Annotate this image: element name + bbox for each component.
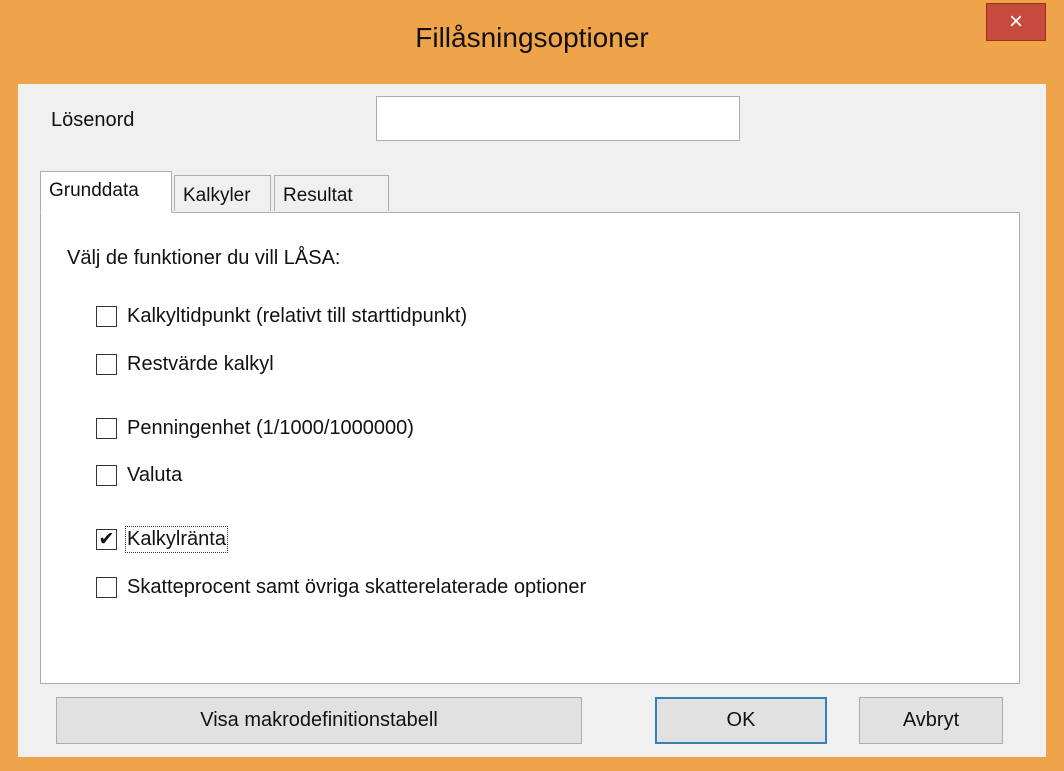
tab-grunddata[interactable]: Grunddata bbox=[40, 171, 172, 213]
dialog-window: Fillåsningsoptioner × Lösenord Grunddata… bbox=[0, 0, 1064, 771]
tab-label: Resultat bbox=[283, 185, 353, 206]
dialog-body: Lösenord Grunddata Kalkyler Resultat Väl… bbox=[18, 84, 1046, 757]
restvarde-checkbox[interactable] bbox=[96, 353, 117, 375]
close-button[interactable]: × bbox=[986, 3, 1046, 41]
option-label: Restvärde kalkyl bbox=[127, 352, 274, 375]
close-icon: × bbox=[1008, 8, 1023, 35]
skatteprocent-checkbox[interactable] bbox=[96, 576, 117, 598]
title-bar[interactable]: Fillåsningsoptioner × bbox=[0, 0, 1064, 84]
option-restvarde[interactable]: Restvärde kalkyl bbox=[96, 351, 274, 377]
penningenhet-checkbox[interactable] bbox=[96, 417, 117, 439]
ok-button[interactable]: OK bbox=[655, 697, 827, 744]
option-label: Valuta bbox=[127, 463, 183, 486]
tab-kalkyler[interactable]: Kalkyler bbox=[174, 175, 271, 211]
window-title: Fillåsningsoptioner bbox=[415, 22, 649, 53]
kalkyltidpunkt-checkbox[interactable] bbox=[96, 305, 117, 327]
password-label: Lösenord bbox=[51, 109, 135, 131]
tab-label: Kalkyler bbox=[183, 185, 251, 206]
tab-resultat[interactable]: Resultat bbox=[274, 175, 389, 211]
option-penningenhet[interactable]: Penningenhet (1/1000/1000000) bbox=[96, 415, 414, 441]
option-skatteprocent[interactable]: Skatteprocent samt övriga skatterelatera… bbox=[96, 574, 586, 600]
option-kalkyltidpunkt[interactable]: Kalkyltidpunkt (relativt till starttidpu… bbox=[96, 303, 467, 329]
kalkylranta-checkbox[interactable]: ✔ bbox=[96, 528, 117, 550]
cancel-button[interactable]: Avbryt bbox=[859, 697, 1003, 744]
valuta-checkbox[interactable] bbox=[96, 464, 117, 486]
option-label: Kalkyltidpunkt (relativt till starttidpu… bbox=[127, 304, 468, 327]
option-label: Kalkylränta bbox=[125, 525, 228, 553]
lock-options-heading: Välj de funktioner du vill LÅSA: bbox=[67, 247, 341, 269]
option-kalkylranta[interactable]: ✔ Kalkylränta bbox=[96, 525, 228, 553]
tab-panel-grunddata: Välj de funktioner du vill LÅSA: Kalkylt… bbox=[40, 212, 1020, 684]
show-macro-table-button[interactable]: Visa makrodefinitionstabell bbox=[56, 697, 582, 744]
option-label: Skatteprocent samt övriga skatterelatera… bbox=[127, 575, 587, 598]
option-label: Penningenhet (1/1000/1000000) bbox=[127, 416, 414, 439]
tab-label: Grunddata bbox=[49, 180, 139, 201]
option-valuta[interactable]: Valuta bbox=[96, 462, 182, 488]
password-input[interactable] bbox=[376, 96, 740, 141]
